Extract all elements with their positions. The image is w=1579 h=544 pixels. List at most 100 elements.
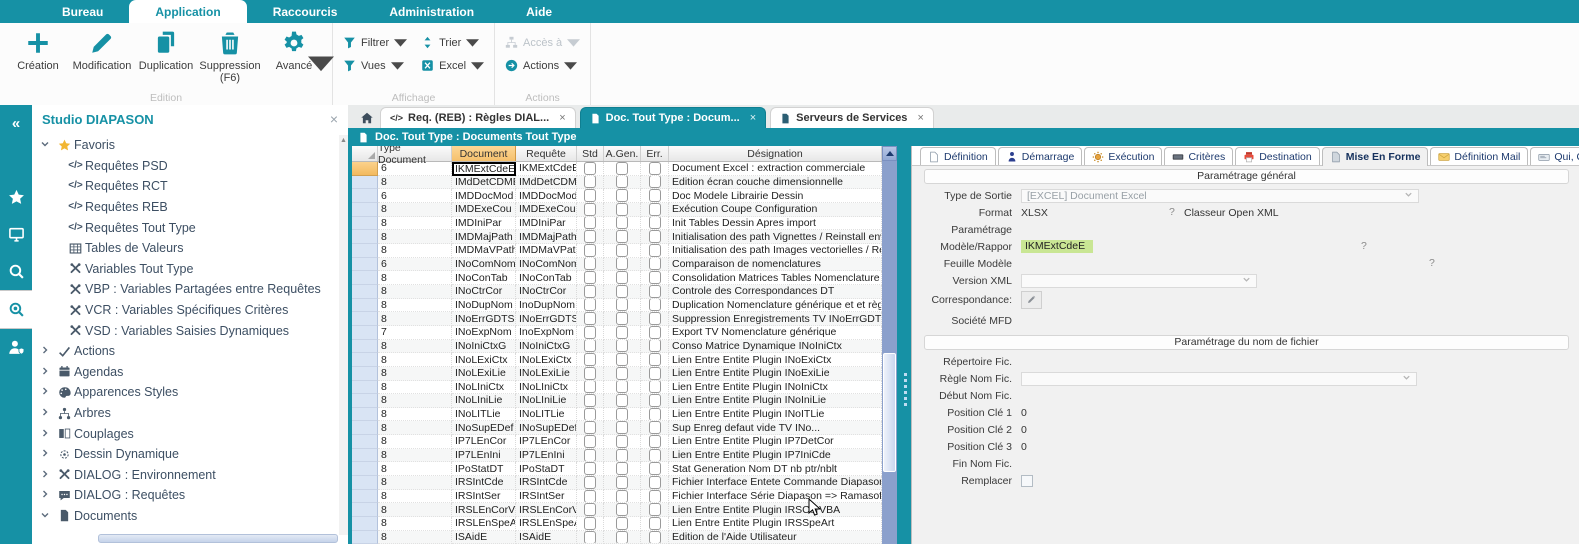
cell-document[interactable]: IKMExtCdeE	[452, 162, 516, 176]
cell-designation[interactable]: Fichier Interface Série Diapason => Rama…	[669, 490, 882, 504]
checkbox-unchecked[interactable]	[584, 381, 596, 394]
cell-type-document[interactable]: 6	[378, 189, 452, 203]
column-header-a-gen[interactable]: A.Gen.	[604, 146, 641, 161]
excel-button[interactable]: Excel	[421, 59, 484, 72]
checkbox-unchecked[interactable]	[584, 449, 596, 462]
position-cl-3-field[interactable]: 0	[1021, 441, 1027, 453]
checkbox-unchecked[interactable]	[616, 189, 628, 202]
checkbox-unchecked[interactable]	[616, 421, 628, 434]
cell-agen[interactable]	[604, 367, 641, 381]
cell-document[interactable]: INoLIniCtx	[452, 381, 516, 395]
cell-requete[interactable]: INoLIniLie	[516, 394, 577, 408]
chevron-right-icon[interactable]	[40, 447, 55, 461]
row-selector[interactable]	[352, 203, 378, 217]
cell-std[interactable]	[577, 189, 604, 203]
cell-err[interactable]	[641, 230, 669, 244]
cell-designation[interactable]: Lien Entre Entite Plugin INoExiCtx	[669, 353, 882, 367]
modification-button[interactable]: Modification	[70, 28, 134, 84]
chevron-right-icon[interactable]	[40, 344, 55, 358]
cell-document[interactable]: INoExpNom	[452, 326, 516, 340]
chevron-right-icon[interactable]	[40, 468, 55, 482]
cell-requete[interactable]: IRSLEnSpeA	[516, 517, 577, 531]
checkbox-unchecked[interactable]	[584, 244, 596, 257]
cell-agen[interactable]	[604, 189, 641, 203]
cell-err[interactable]	[641, 353, 669, 367]
position-cl-2-field[interactable]: 0	[1021, 424, 1027, 436]
checkbox-unchecked[interactable]	[584, 326, 596, 339]
cell-designation[interactable]: Edition de l'Aide Utilisateur	[669, 531, 882, 544]
tree-item-requ-tes-reb[interactable]: </>Requêtes REB	[32, 197, 339, 218]
row-selector[interactable]	[352, 258, 378, 272]
cell-agen[interactable]	[604, 299, 641, 313]
dropdown-caret-icon[interactable]	[308, 48, 334, 78]
cell-document[interactable]: IMDMaVPath	[452, 244, 516, 258]
row-selector[interactable]	[352, 462, 378, 476]
rail-item-search[interactable]	[0, 253, 32, 290]
checkbox-unchecked[interactable]	[616, 203, 628, 216]
tree-item-vbp-variables-partag-es-entre-requ-tes[interactable]: VBP : Variables Partagées entre Requêtes	[32, 279, 339, 300]
checkbox-unchecked[interactable]	[649, 285, 661, 298]
checkbox-unchecked[interactable]	[584, 462, 596, 475]
checkbox-unchecked[interactable]	[616, 176, 628, 189]
duplication-button[interactable]: Duplication	[134, 28, 198, 84]
cell-document[interactable]: INoErrGDTS	[452, 312, 516, 326]
checkbox-unchecked[interactable]	[616, 408, 628, 421]
table-row[interactable]: 8INoLExiLieINoLExiLieLien Entre Entite P…	[352, 367, 882, 381]
cell-type-document[interactable]: 8	[378, 408, 452, 422]
panel-tab-qui-quand[interactable]: Qui, Quand ?	[1530, 147, 1579, 165]
cell-agen[interactable]	[604, 517, 641, 531]
actions-button[interactable]: Actions	[505, 59, 580, 72]
checkbox-unchecked[interactable]	[584, 353, 596, 366]
checkbox-unchecked[interactable]	[584, 203, 596, 216]
table-row[interactable]: 8INoLITLieINoLITLieLien Entre Entite Plu…	[352, 408, 882, 422]
cell-err[interactable]	[641, 217, 669, 231]
close-icon[interactable]: ×	[559, 112, 565, 124]
table-row[interactable]: 8IRSLEnCorVIRSLEnCorVLien Entre Entite P…	[352, 503, 882, 517]
scroll-up-icon[interactable]: ▲	[340, 137, 347, 535]
cell-err[interactable]	[641, 312, 669, 326]
cell-designation[interactable]: Fichier Interface Entete Commande Diapas…	[669, 476, 882, 490]
cell-type-document[interactable]: 8	[378, 517, 452, 531]
cell-requete[interactable]: IKMExtCdeE	[516, 162, 577, 176]
column-header-type-document[interactable]: Type Document	[378, 146, 452, 161]
checkbox-unchecked[interactable]	[584, 299, 596, 312]
table-row[interactable]: 8IP7LEnCorIP7LEnCorLien Entre Entite Plu…	[352, 435, 882, 449]
rail-item-settings[interactable]	[0, 142, 32, 179]
checkbox-unchecked[interactable]	[616, 244, 628, 257]
panel-tab-ex-cution[interactable]: Exécution	[1084, 147, 1162, 165]
row-selector[interactable]	[352, 285, 378, 299]
cell-type-document[interactable]: 8	[378, 176, 452, 190]
cell-agen[interactable]	[604, 449, 641, 463]
tree-item-agendas[interactable]: Agendas	[32, 362, 339, 383]
tree-item-requ-tes-rct[interactable]: </>Requêtes RCT	[32, 176, 339, 197]
checkbox-unchecked[interactable]	[649, 367, 661, 380]
chevron-down-icon[interactable]	[40, 509, 55, 523]
cell-err[interactable]	[641, 394, 669, 408]
cell-err[interactable]	[641, 271, 669, 285]
cell-type-document[interactable]: 8	[378, 230, 452, 244]
cell-requete[interactable]: IRSIntCde	[516, 476, 577, 490]
table-row[interactable]: 6IMDDocModIMDDocModDoc Modele Librairie …	[352, 189, 882, 203]
checkbox-unchecked[interactable]	[584, 285, 596, 298]
checkbox-unchecked[interactable]	[616, 340, 628, 353]
checkbox-unchecked[interactable]	[649, 435, 661, 448]
cell-type-document[interactable]: 8	[378, 462, 452, 476]
checkbox-unchecked[interactable]	[616, 531, 628, 544]
checkbox-unchecked[interactable]	[584, 476, 596, 489]
row-selector[interactable]	[352, 340, 378, 354]
checkbox-unchecked[interactable]	[649, 258, 661, 271]
cell-requete[interactable]: ISAidE	[516, 531, 577, 544]
cell-err[interactable]	[641, 299, 669, 313]
checkbox-unchecked[interactable]	[649, 189, 661, 202]
cell-std[interactable]	[577, 217, 604, 231]
table-row[interactable]: 8INoCtrCorINoCtrCorControle des Correspo…	[352, 285, 882, 299]
cell-err[interactable]	[641, 503, 669, 517]
cell-document[interactable]: INoDupNom	[452, 299, 516, 313]
cell-designation[interactable]: Sup Enreg defaut vide TV INo...	[669, 421, 882, 435]
cell-std[interactable]	[577, 517, 604, 531]
cell-err[interactable]	[641, 517, 669, 531]
cell-agen[interactable]	[604, 244, 641, 258]
checkbox-unchecked[interactable]	[584, 394, 596, 407]
cell-requete[interactable]: IMDMajPath	[516, 230, 577, 244]
checkbox-unchecked[interactable]	[616, 162, 628, 175]
